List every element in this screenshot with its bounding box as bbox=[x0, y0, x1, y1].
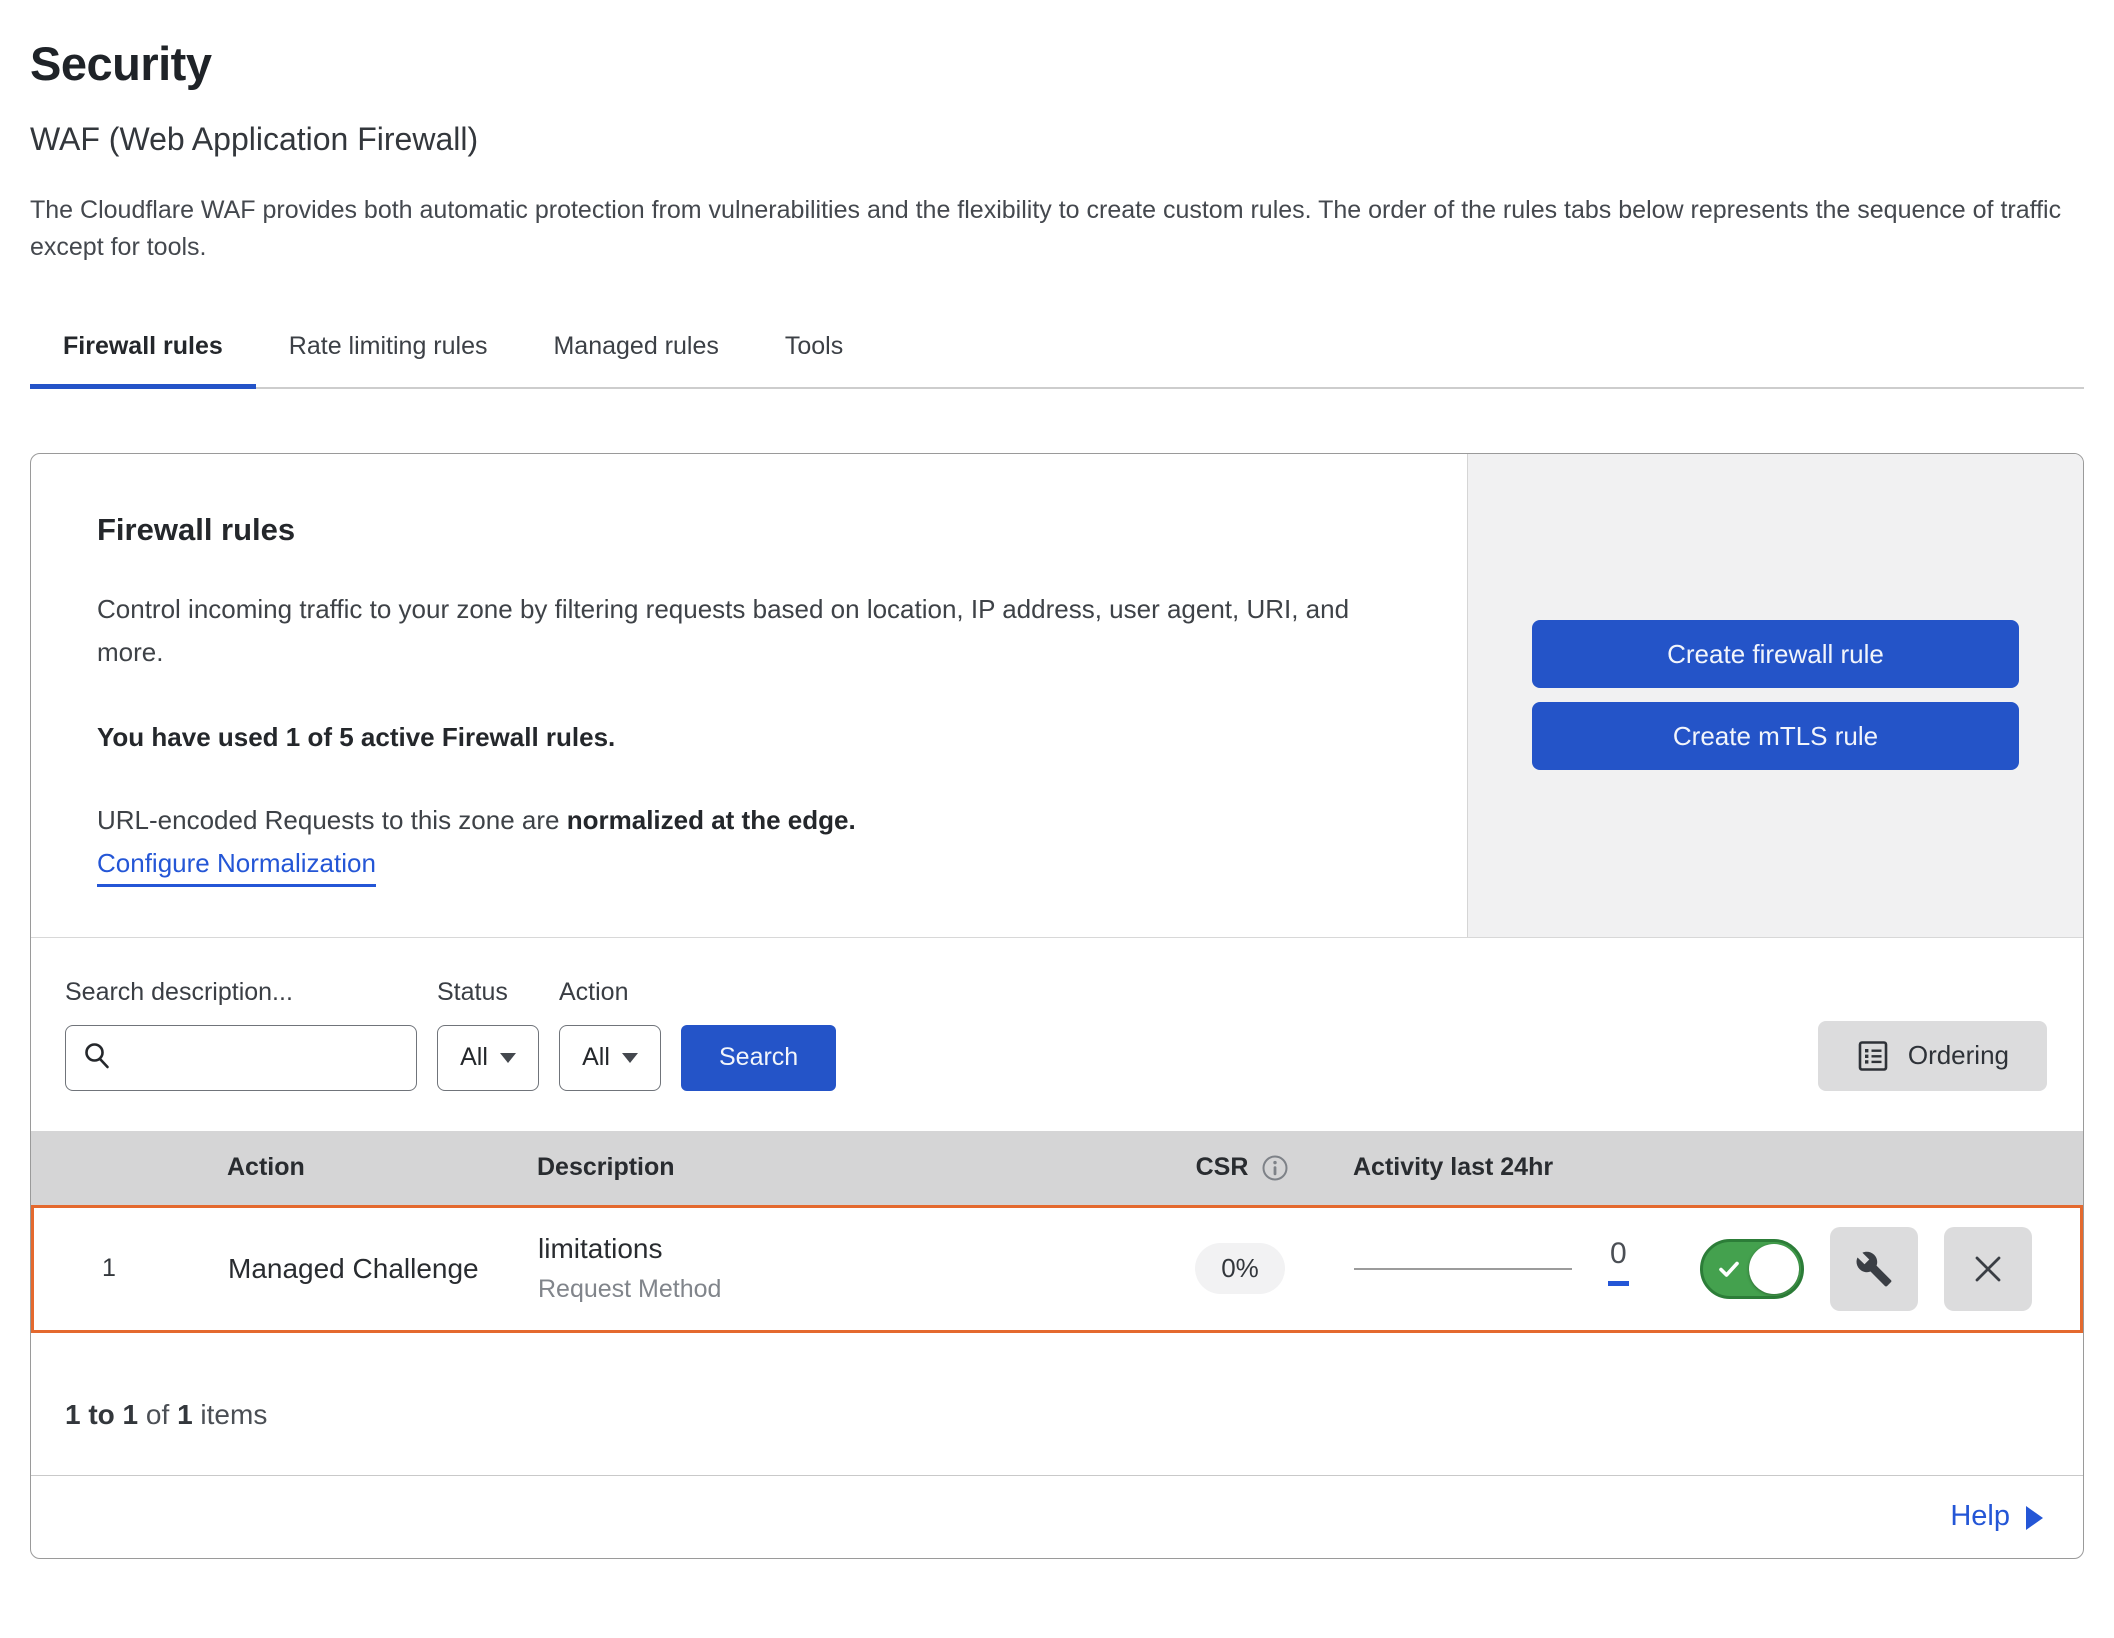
of-word: of bbox=[146, 1399, 169, 1430]
items-word: items bbox=[200, 1399, 267, 1430]
usage-summary: You have used 1 of 5 active Firewall rul… bbox=[97, 722, 1401, 753]
search-icon bbox=[82, 1040, 112, 1075]
header-csr-label: CSR bbox=[1196, 1153, 1249, 1182]
normalization-bold: normalized at the edge. bbox=[567, 805, 856, 835]
normalization-prefix: URL-encoded Requests to this zone are bbox=[97, 805, 560, 835]
ordering-list-icon bbox=[1856, 1039, 1890, 1073]
status-filter-group: Status All bbox=[437, 978, 539, 1091]
create-firewall-rule-button[interactable]: Create firewall rule bbox=[1532, 620, 2019, 688]
action-label: Action bbox=[559, 978, 661, 1007]
toggle-knob bbox=[1749, 1244, 1799, 1294]
search-button[interactable]: Search bbox=[681, 1025, 836, 1091]
action-selected-value: All bbox=[582, 1043, 610, 1072]
waf-tab-bar: Firewall rules Rate limiting rules Manag… bbox=[30, 318, 2084, 389]
pagination-summary: 1 to 1 of 1 items bbox=[31, 1333, 2083, 1476]
search-filter-group: Search description... bbox=[65, 978, 417, 1091]
tab-tools[interactable]: Tools bbox=[752, 318, 876, 387]
create-mtls-rule-button[interactable]: Create mTLS rule bbox=[1532, 702, 2019, 770]
header-description: Description bbox=[491, 1153, 1133, 1182]
action-filter-group: Action All bbox=[559, 978, 661, 1091]
tab-managed-rules[interactable]: Managed rules bbox=[520, 318, 751, 387]
rule-description: limitations bbox=[538, 1233, 1130, 1265]
rule-action: Managed Challenge bbox=[184, 1253, 494, 1285]
ordering-label: Ordering bbox=[1908, 1040, 2009, 1071]
help-link[interactable]: Help bbox=[1950, 1500, 2043, 1533]
triangle-right-icon bbox=[2026, 1506, 2043, 1530]
rule-description-cell: limitations Request Method bbox=[494, 1233, 1130, 1304]
filter-bar: Search description... Status All Action bbox=[31, 938, 2083, 1131]
rule-csr-cell: 0% bbox=[1130, 1243, 1350, 1294]
close-icon bbox=[1971, 1252, 2005, 1286]
overview-section: Firewall rules Control incoming traffic … bbox=[31, 454, 2083, 938]
activity-sparkline bbox=[1354, 1268, 1572, 1270]
rules-table-header: Action Description CSR Activity last 24h… bbox=[31, 1131, 2083, 1205]
ordering-button[interactable]: Ordering bbox=[1818, 1021, 2047, 1091]
normalization-note: URL-encoded Requests to this zone are no… bbox=[97, 805, 1401, 836]
checkmark-icon bbox=[1716, 1256, 1742, 1282]
search-input-wrapper bbox=[65, 1025, 417, 1091]
rule-expression-summary: Request Method bbox=[538, 1275, 1130, 1304]
search-input[interactable] bbox=[124, 1043, 446, 1072]
activity-count-link[interactable]: 0 bbox=[1608, 1237, 1629, 1286]
create-rule-panel: Create firewall rule Create mTLS rule bbox=[1467, 454, 2083, 937]
header-action: Action bbox=[181, 1153, 491, 1182]
table-row: 1 Managed Challenge limitations Request … bbox=[31, 1205, 2083, 1333]
wrench-icon bbox=[1855, 1250, 1893, 1288]
rule-enabled-toggle[interactable] bbox=[1700, 1239, 1804, 1299]
tab-firewall-rules[interactable]: Firewall rules bbox=[30, 318, 256, 387]
info-icon[interactable] bbox=[1260, 1153, 1290, 1183]
delete-rule-button[interactable] bbox=[1944, 1227, 2032, 1311]
header-activity: Activity last 24hr bbox=[1353, 1153, 1703, 1182]
chevron-down-icon bbox=[500, 1053, 516, 1063]
overview-text-block: Firewall rules Control incoming traffic … bbox=[31, 454, 1467, 937]
search-label: Search description... bbox=[65, 978, 417, 1007]
page-title: Security bbox=[30, 36, 2084, 91]
status-label: Status bbox=[437, 978, 539, 1007]
edit-rule-button[interactable] bbox=[1830, 1227, 1918, 1311]
items-total: 1 bbox=[177, 1399, 193, 1430]
firewall-rules-card: Firewall rules Control incoming traffic … bbox=[30, 453, 2084, 1559]
items-range: 1 to 1 bbox=[65, 1399, 138, 1430]
csr-badge: 0% bbox=[1195, 1243, 1285, 1294]
chevron-down-icon bbox=[622, 1053, 638, 1063]
configure-normalization-link[interactable]: Configure Normalization bbox=[97, 848, 376, 887]
help-bar: Help bbox=[31, 1476, 2083, 1558]
page-description: The Cloudflare WAF provides both automat… bbox=[30, 192, 2080, 266]
header-csr: CSR bbox=[1133, 1153, 1353, 1183]
overview-heading: Firewall rules bbox=[97, 512, 1401, 548]
page-subtitle: WAF (Web Application Firewall) bbox=[30, 121, 2084, 158]
overview-description: Control incoming traffic to your zone by… bbox=[97, 588, 1367, 674]
action-select[interactable]: All bbox=[559, 1025, 661, 1091]
rule-controls bbox=[1700, 1227, 2080, 1311]
tab-rate-limiting-rules[interactable]: Rate limiting rules bbox=[256, 318, 521, 387]
help-label: Help bbox=[1950, 1500, 2010, 1533]
rule-activity-cell: 0 bbox=[1350, 1237, 1700, 1300]
status-select[interactable]: All bbox=[437, 1025, 539, 1091]
status-selected-value: All bbox=[460, 1043, 488, 1072]
rule-priority: 1 bbox=[34, 1254, 184, 1283]
